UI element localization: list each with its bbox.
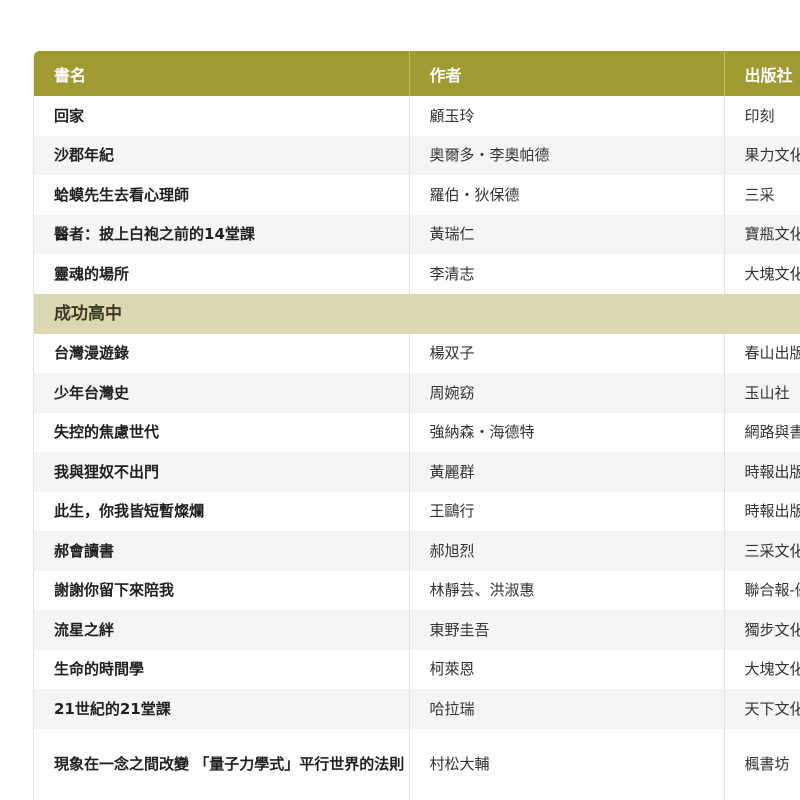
table-row: 失控的焦慮世代 強納森・海德特 網路與書 — [34, 412, 800, 452]
book-author: 東野圭吾 — [409, 610, 725, 650]
table-row: 此生，你我皆短暫燦爛 王鷗行 時報出版 — [34, 491, 800, 531]
table-row: 21世紀的21堂課 哈拉瑞 天下文化 — [34, 689, 800, 729]
table-row: 台灣漫遊錄 楊双子 春山出版 — [34, 333, 800, 373]
book-publisher: 時報出版 — [724, 491, 800, 531]
book-author: 哈拉瑞 — [409, 689, 725, 729]
book-title: 回家 — [34, 96, 410, 136]
book-title: 謝謝你留下來陪我 — [34, 570, 410, 610]
book-author: 黃瑞仁 — [409, 214, 725, 254]
book-title: 生命的時間學 — [34, 649, 410, 689]
book-list-table-container: 書名 作者 出版社 回家 顧玉玲 印刻 沙郡年紀 奧爾多・李奧帕德 果力文化 蛤… — [33, 51, 800, 800]
table-row: 我與狸奴不出門 黃麗群 時報出版 — [34, 452, 800, 492]
book-publisher: 春山出版 — [724, 333, 800, 373]
book-author: 楊双子 — [409, 333, 725, 373]
book-title: 台灣漫遊錄 — [34, 333, 410, 373]
book-author: 強納森・海德特 — [409, 412, 725, 452]
book-publisher: 印刻 — [724, 96, 800, 136]
book-author: 羅伯・狄保德 — [409, 175, 725, 215]
book-publisher: 聯合報-優 — [724, 570, 800, 610]
book-publisher: 玉山社 — [724, 373, 800, 413]
book-publisher: 網路與書 — [724, 412, 800, 452]
book-publisher: 天下文化 — [724, 689, 800, 729]
header-publisher: 出版社 — [724, 51, 800, 96]
table-header-row: 書名 作者 出版社 — [34, 51, 800, 96]
book-publisher: 三采文化 — [724, 531, 800, 571]
book-publisher: 時報出版 — [724, 452, 800, 492]
section-label: 成功高中 — [34, 293, 800, 334]
book-list-table: 書名 作者 出版社 回家 顧玉玲 印刻 沙郡年紀 奧爾多・李奧帕德 果力文化 蛤… — [34, 51, 800, 800]
book-author: 奧爾多・李奧帕德 — [409, 135, 725, 175]
book-author: 林靜芸、洪淑惠 — [409, 570, 725, 610]
book-author: 周婉窈 — [409, 373, 725, 413]
table-row: 蛤蟆先生去看心理師 羅伯・狄保德 三采 — [34, 175, 800, 215]
book-publisher: 三采 — [724, 175, 800, 215]
table-row: 靈魂的場所 李清志 大塊文化 — [34, 254, 800, 294]
book-author: 柯萊恩 — [409, 649, 725, 689]
book-title: 我與狸奴不出門 — [34, 452, 410, 492]
table-row: 流星之絆 東野圭吾 獨步文化 — [34, 610, 800, 650]
book-publisher: 寶瓶文化 — [724, 214, 800, 254]
table-row: 謝謝你留下來陪我 林靜芸、洪淑惠 聯合報-優 — [34, 570, 800, 610]
section-header-row: 成功高中 — [34, 293, 800, 334]
book-publisher: 楓書坊 — [724, 728, 800, 800]
book-author: 李清志 — [409, 254, 725, 294]
book-author: 郝旭烈 — [409, 531, 725, 571]
book-title: 醫者：披上白袍之前的14堂課 — [34, 214, 410, 254]
book-title: 靈魂的場所 — [34, 254, 410, 294]
book-title: 失控的焦慮世代 — [34, 412, 410, 452]
book-title: 現象在一念之間改變 「量子力學式」平行世界的法則 — [34, 728, 410, 800]
book-title: 此生，你我皆短暫燦爛 — [34, 491, 410, 531]
header-title: 書名 — [34, 51, 410, 96]
table-row: 生命的時間學 柯萊恩 大塊文化 — [34, 649, 800, 689]
book-publisher: 大塊文化 — [724, 254, 800, 294]
table-row: 回家 顧玉玲 印刻 — [34, 96, 800, 136]
header-author: 作者 — [409, 51, 725, 96]
table-row: 沙郡年紀 奧爾多・李奧帕德 果力文化 — [34, 135, 800, 175]
table-row: 郝會讀書 郝旭烈 三采文化 — [34, 531, 800, 571]
book-author: 顧玉玲 — [409, 96, 725, 136]
book-publisher: 果力文化 — [724, 135, 800, 175]
book-author: 王鷗行 — [409, 491, 725, 531]
book-author: 村松大輔 — [409, 728, 725, 800]
book-publisher: 大塊文化 — [724, 649, 800, 689]
book-author: 黃麗群 — [409, 452, 725, 492]
book-title: 沙郡年紀 — [34, 135, 410, 175]
book-publisher: 獨步文化 — [724, 610, 800, 650]
book-title: 21世紀的21堂課 — [34, 689, 410, 729]
book-title: 郝會讀書 — [34, 531, 410, 571]
table-row: 少年台灣史 周婉窈 玉山社 — [34, 373, 800, 413]
book-title: 蛤蟆先生去看心理師 — [34, 175, 410, 215]
book-title: 少年台灣史 — [34, 373, 410, 413]
table-row: 醫者：披上白袍之前的14堂課 黃瑞仁 寶瓶文化 — [34, 214, 800, 254]
table-row: 現象在一念之間改變 「量子力學式」平行世界的法則 村松大輔 楓書坊 — [34, 728, 800, 800]
book-title: 流星之絆 — [34, 610, 410, 650]
